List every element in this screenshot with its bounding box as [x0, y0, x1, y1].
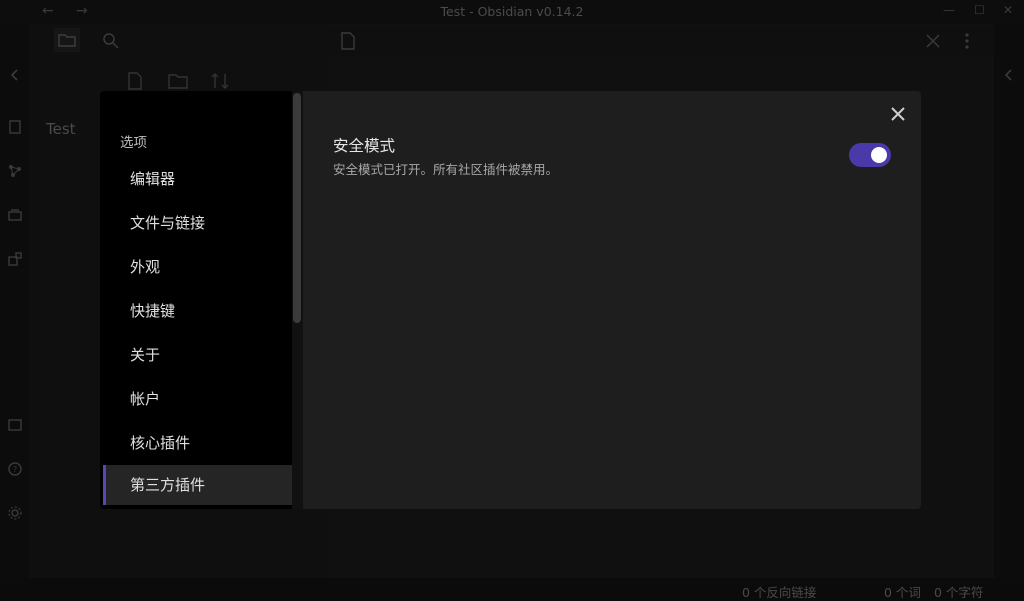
help-icon[interactable]: ?: [7, 461, 23, 477]
settings-sidebar-heading: 选项: [120, 135, 147, 151]
close-icon[interactable]: [926, 34, 940, 48]
new-file-icon[interactable]: [126, 72, 144, 90]
settings-modal: 选项 编辑器 文件与链接 外观 快捷键 关于 帐户 核心插件 第三方插件 安全模…: [100, 91, 921, 509]
stack-icon[interactable]: [7, 207, 23, 223]
svg-text:?: ?: [13, 465, 17, 474]
safe-mode-title: 安全模式: [333, 137, 396, 155]
gear-icon[interactable]: [7, 505, 23, 521]
settings-sidebar: 选项 编辑器 文件与链接 外观 快捷键 关于 帐户 核心插件 第三方插件: [100, 91, 303, 509]
settings-content: 安全模式 安全模式已打开。所有社区插件被禁用。: [303, 91, 921, 509]
more-options-icon[interactable]: [964, 32, 970, 50]
file-icon[interactable]: [7, 119, 23, 135]
left-ribbon: ?: [0, 24, 29, 578]
file-icon[interactable]: [340, 32, 356, 50]
new-folder-icon[interactable]: [168, 72, 188, 90]
right-rail: [994, 24, 1024, 578]
safe-mode-toggle[interactable]: [849, 143, 891, 167]
status-bar: 0 个反向链接 0 个词 0 个字符: [0, 578, 1024, 600]
close-icon[interactable]: [887, 103, 909, 125]
maximize-icon[interactable]: ☐: [974, 3, 985, 17]
sidebar-item-community-plugins[interactable]: 第三方插件: [103, 465, 293, 505]
folder-icon[interactable]: [54, 28, 80, 52]
safe-mode-description: 安全模式已打开。所有社区插件被禁用。: [333, 162, 559, 177]
sidebar-item-editor[interactable]: 编辑器: [103, 159, 293, 199]
graph-icon[interactable]: [7, 163, 23, 179]
editor-header: [328, 28, 994, 56]
sidebar-item-about[interactable]: 关于: [103, 335, 293, 375]
title-bar: ← → Test - Obsidian v0.14.2 — ☐ ✕: [0, 0, 1024, 24]
sort-icon[interactable]: [210, 72, 230, 90]
search-icon[interactable]: [102, 32, 120, 50]
sidebar-item-core-plugins[interactable]: 核心插件: [103, 423, 293, 463]
close-icon[interactable]: ✕: [1003, 3, 1013, 17]
sidebar-item-files-links[interactable]: 文件与链接: [103, 203, 293, 243]
backlinks-count: 0 个反向链接: [742, 585, 817, 600]
char-count: 0 个字符: [934, 585, 984, 600]
collapse-left-icon[interactable]: [7, 67, 23, 83]
collapse-right-icon[interactable]: [1001, 67, 1017, 83]
sidebar-item-account[interactable]: 帐户: [103, 379, 293, 419]
plugin-icon[interactable]: [7, 251, 23, 267]
sidebar-scrollbar[interactable]: [293, 93, 301, 323]
vault-name[interactable]: Test: [46, 120, 76, 138]
toggle-knob: [871, 147, 887, 163]
minimize-icon[interactable]: —: [943, 3, 955, 17]
sidebar-item-appearance[interactable]: 外观: [103, 247, 293, 287]
window-title: Test - Obsidian v0.14.2: [440, 4, 584, 19]
word-count: 0 个词: [884, 585, 921, 600]
vault-icon[interactable]: [7, 417, 23, 433]
sidebar-item-hotkeys[interactable]: 快捷键: [103, 291, 293, 331]
